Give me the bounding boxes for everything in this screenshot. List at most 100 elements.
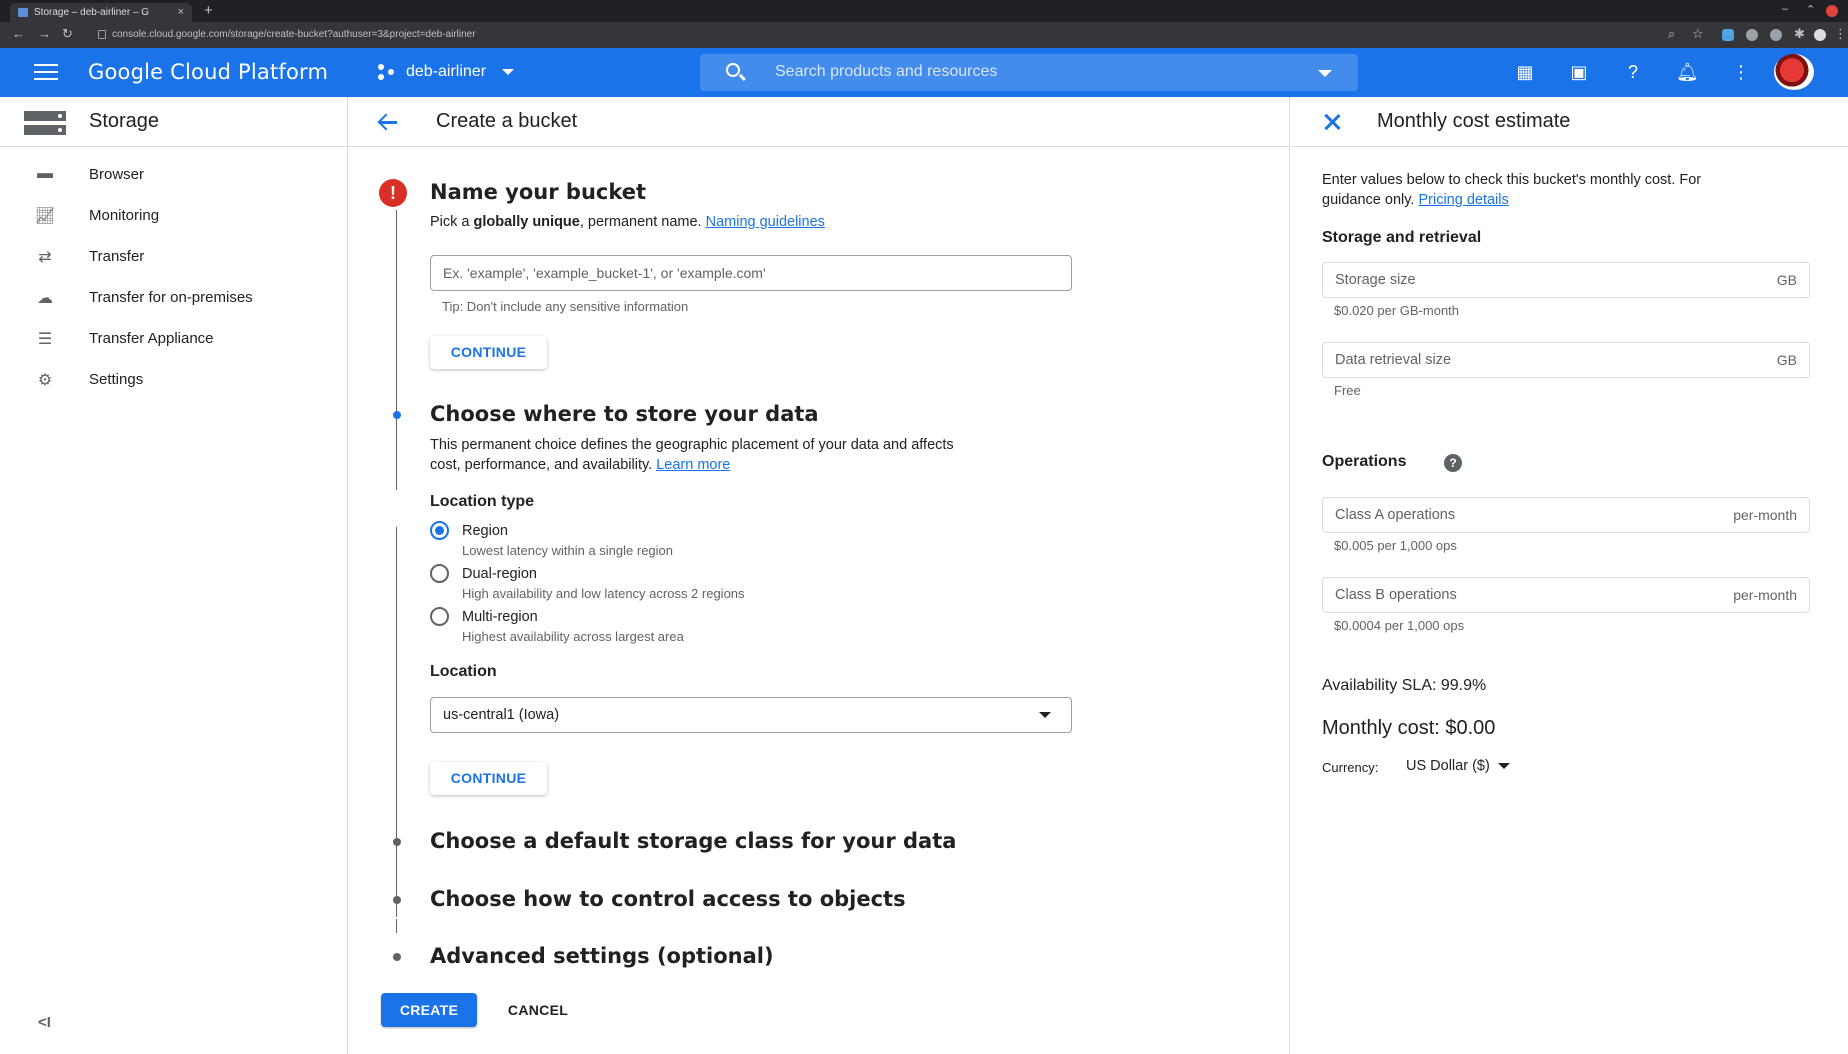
zoom-icon[interactable]: ⌕ [1668,26,1675,42]
close-icon[interactable] [1321,111,1343,133]
search-bar[interactable]: Search products and resources [700,54,1358,91]
error-icon: ! [379,179,407,207]
radio-dual-region[interactable] [430,564,449,583]
location-select[interactable]: us-central1 (Iowa) [430,697,1072,733]
cloud-shell-icon[interactable]: ▣ [1568,61,1590,83]
browser-tab-strip: Storage – deb-airliner – G × + – ⌃ [0,0,1848,22]
step-title-name-bucket[interactable]: Name your bucket [430,180,646,204]
transfer-icon: ⇄ [38,249,52,266]
class-b-input[interactable]: Class B operations per-month [1322,577,1810,613]
pricing-details-link[interactable]: Pricing details [1418,192,1508,208]
description-bold: globally unique [473,214,580,230]
help-icon[interactable]: ? [1444,454,1462,472]
sidebar-item-transfer-on-premises[interactable]: ☁ Transfer for on-premises [0,278,347,319]
notifications-bell-icon[interactable]: 🔔︎ [1676,61,1699,83]
chevron-down-icon [1497,763,1510,769]
sidebar-item-label: Transfer Appliance [89,330,214,347]
bookmark-star-icon[interactable]: ☆ [1692,26,1704,42]
browser-tab[interactable]: Storage – deb-airliner – G × [10,3,192,22]
currency-value: US Dollar ($) [1406,758,1490,774]
radio-label[interactable]: Dual-region [462,566,537,582]
storage-icon [24,111,66,135]
sidebar-item-settings[interactable]: ⚙ Settings [0,360,347,401]
cancel-button[interactable]: CANCEL [498,993,578,1027]
url-text: console.cloud.google.com/storage/create-… [112,29,476,40]
browser-tab-title: Storage – deb-airliner – G [34,7,150,18]
bucket-name-input[interactable]: Ex. 'example', 'example_bucket-1', or 'e… [430,255,1072,291]
cloud-upload-icon: ☁ [37,290,53,307]
back-arrow-icon[interactable] [376,110,400,134]
step-title-advanced-settings[interactable]: Advanced settings (optional) [430,944,774,968]
project-selector[interactable]: deb-airliner [378,63,515,81]
close-tab-icon[interactable]: × [178,6,184,18]
storage-retrieval-heading: Storage and retrieval [1322,229,1482,246]
create-bucket-form: Create a bucket ! Name your bucket Pick … [348,97,1290,1054]
sidebar-item-monitoring[interactable]: 📈︎ Monitoring [0,196,347,237]
chrome-menu-icon[interactable]: ⋮ [1834,26,1847,42]
location-type-heading: Location type [430,493,535,510]
sidebar-item-transfer-appliance[interactable]: ☰ Transfer Appliance [0,319,347,360]
extension-icon[interactable] [1722,29,1734,41]
data-retrieval-input[interactable]: Data retrieval size GB [1322,342,1810,378]
step-title-access-control[interactable]: Choose how to control access to objects [430,887,906,911]
search-input[interactable]: Search products and resources [775,63,997,81]
radio-description: Lowest latency within a single region [462,543,674,558]
minimize-icon[interactable]: – [1782,3,1788,15]
help-icon[interactable]: ? [1622,61,1644,83]
lock-icon [98,30,106,39]
profile-icon[interactable] [1814,29,1826,41]
step-title-location[interactable]: Choose where to store your data [430,402,819,426]
new-tab-button[interactable]: + [204,2,213,19]
page-title: Create a bucket [436,110,578,132]
extension-icon[interactable] [1770,29,1782,41]
gear-icon: ⚙ [37,372,53,389]
reload-icon[interactable]: ↻ [62,26,73,42]
currency-label: Currency: [1322,760,1379,775]
panel-intro: guidance only. Pricing details [1322,190,1822,210]
naming-guidelines-link[interactable]: Naming guidelines [706,214,825,230]
radio-label[interactable]: Multi-region [462,609,538,625]
puzzle-icon[interactable]: ✱ [1794,26,1805,42]
close-window-icon[interactable] [1826,5,1838,17]
step-indicator [393,411,401,419]
maximize-icon[interactable]: ⌃ [1806,3,1815,16]
panel-intro: Enter values below to check this bucket'… [1322,172,1702,188]
avatar[interactable] [1774,54,1814,90]
unit-suffix: per-month [1733,587,1797,603]
currency-select[interactable]: US Dollar ($) [1406,758,1510,774]
back-nav-icon[interactable]: ← [12,26,25,41]
sidebar-item-browser[interactable]: ▬ Browser [0,155,347,196]
sidebar-item-transfer[interactable]: ⇄ Transfer [0,237,347,278]
more-vert-icon[interactable]: ⋮ [1730,61,1752,83]
radio-multi-region[interactable] [430,607,449,626]
forward-nav-icon[interactable]: → [38,26,51,41]
storage-size-hint: $0.020 per GB-month [1334,303,1460,318]
stepper-line [396,919,397,933]
class-a-input[interactable]: Class A operations per-month [1322,497,1810,533]
storage-favicon-icon [18,8,28,17]
menu-icon[interactable] [34,64,58,82]
gift-icon[interactable]: ▦ [1514,61,1536,83]
radio-label[interactable]: Region [462,523,508,539]
sidebar-item-label: Browser [89,166,145,183]
continue-button[interactable]: CONTINUE [430,762,547,795]
extension-icon[interactable] [1746,29,1758,41]
description-text: , permanent name. [579,214,706,230]
continue-button[interactable]: CONTINUE [430,336,547,369]
unit-suffix: GB [1776,352,1797,368]
bucket-icon: ▬ [37,165,53,182]
radio-region[interactable] [430,521,449,540]
storage-size-input[interactable]: Storage size GB [1322,262,1810,298]
chevron-down-icon [502,69,515,75]
brand-title[interactable]: Google Cloud Platform [88,60,328,84]
sidebar-item-label: Transfer for on-premises [89,289,253,306]
class-b-hint: $0.0004 per 1,000 ops [1334,618,1465,633]
chevron-down-icon[interactable] [1318,70,1332,77]
step-title-storage-class[interactable]: Choose a default storage class for your … [430,829,956,853]
create-button[interactable]: CREATE [381,993,477,1027]
learn-more-link[interactable]: Learn more [656,457,730,473]
stepper-line [396,210,397,490]
address-bar[interactable]: console.cloud.google.com/storage/create-… [96,25,1786,45]
collapse-sidebar-button[interactable]: <I [38,1014,51,1031]
unit-suffix: per-month [1733,507,1797,523]
